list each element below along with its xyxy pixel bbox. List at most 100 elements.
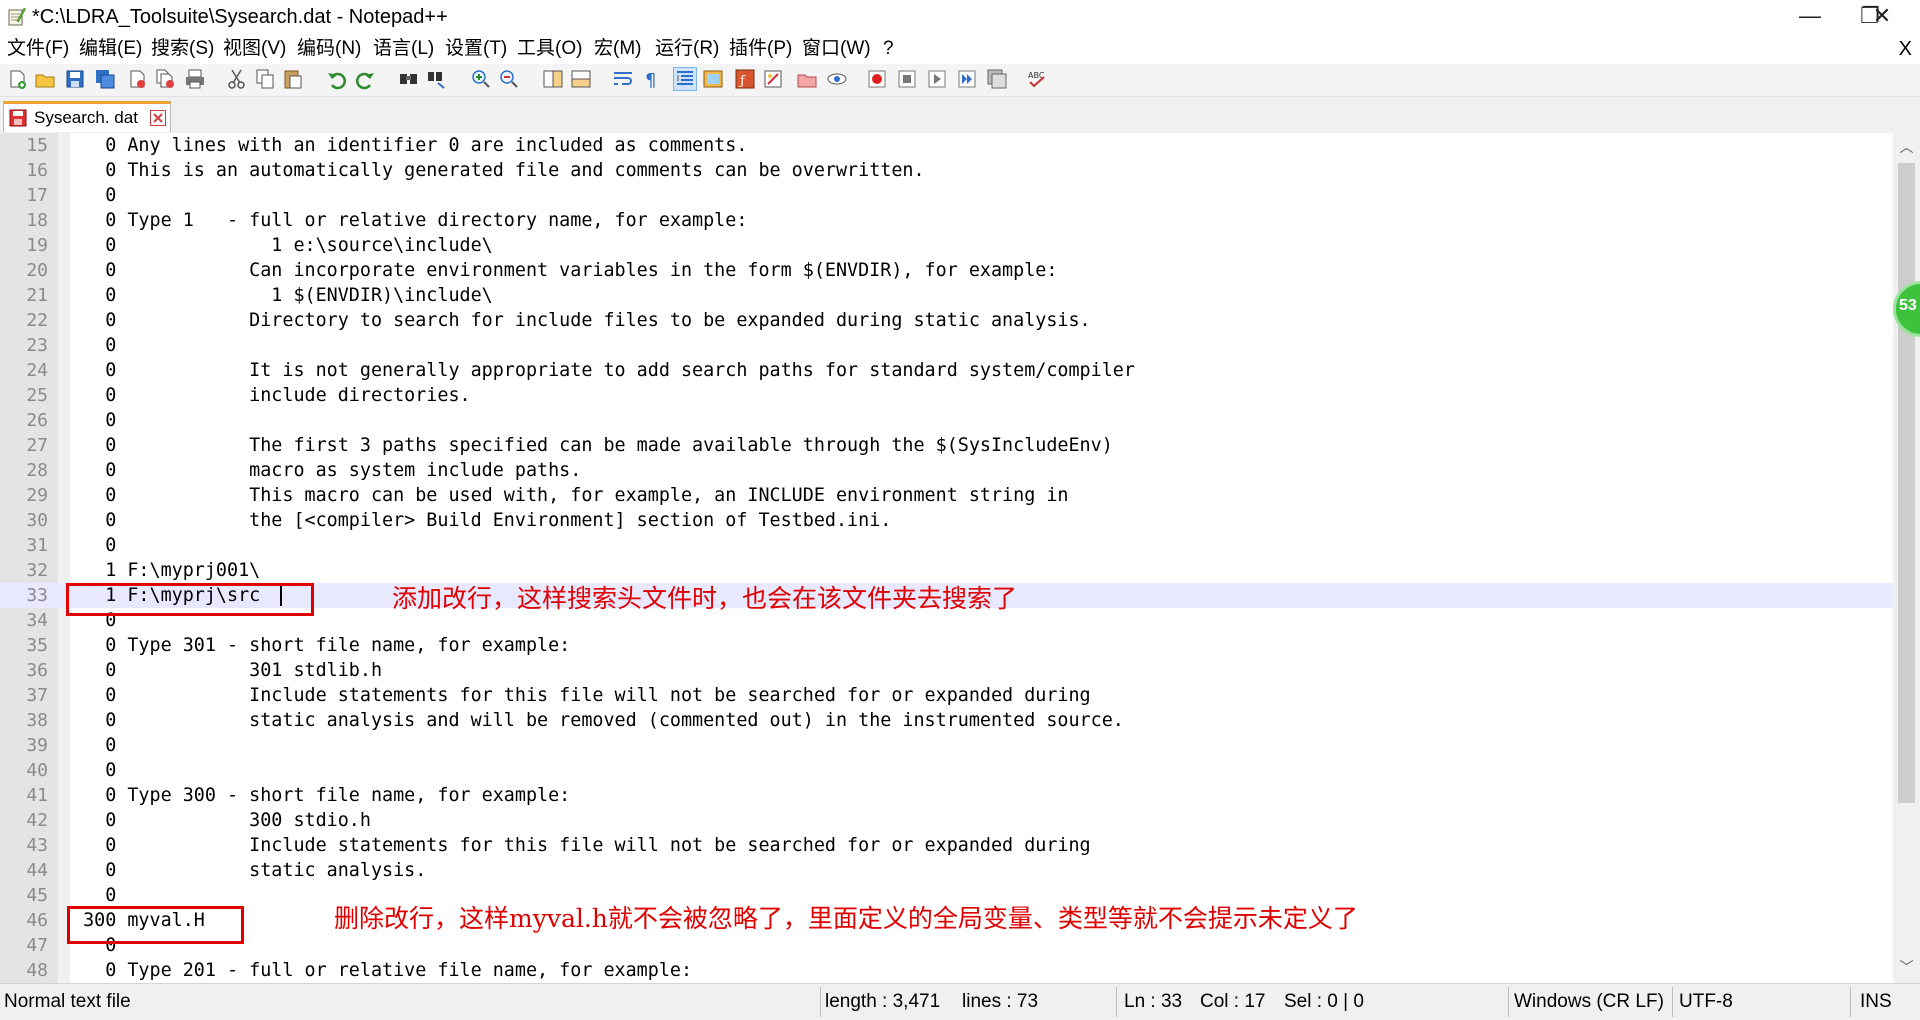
sync-vertical-icon[interactable] — [542, 68, 564, 90]
code-line[interactable]: 20 0 Can incorporate environment variabl… — [0, 258, 1893, 283]
line-number: 28 — [26, 460, 48, 481]
line-text: 0 The first 3 paths specified can be mad… — [72, 435, 1113, 456]
close-file-icon[interactable] — [126, 68, 148, 90]
status-line-number: Ln : 33 — [1124, 991, 1183, 1012]
code-line[interactable]: 28 0 macro as system include paths. — [0, 458, 1893, 483]
menu-plugins[interactable]: 插件(P) — [729, 36, 792, 62]
run-macro-multiple-icon[interactable] — [956, 68, 978, 90]
tab-bar: Sysearch. dat — [0, 97, 1920, 134]
code-line[interactable]: 21 0 1 $(ENVDIR)\include\ — [0, 283, 1893, 308]
monitoring-eye-icon[interactable] — [826, 68, 848, 90]
code-line[interactable]: 17 0 — [0, 183, 1893, 208]
stop-record-icon[interactable] — [896, 68, 918, 90]
line-text: 0 Any lines with an identifier 0 are inc… — [72, 135, 748, 156]
code-line[interactable]: 16 0 This is an automatically generated … — [0, 158, 1893, 183]
code-line[interactable]: 48 0 Type 201 - full or relative file na… — [0, 958, 1893, 983]
code-line[interactable]: 22 0 Directory to search for include fil… — [0, 308, 1893, 333]
zoom-out-icon[interactable] — [498, 68, 520, 90]
code-line[interactable]: 42 0 300 stdio.h — [0, 808, 1893, 833]
close-document-button[interactable]: X — [1899, 36, 1912, 62]
menu-language[interactable]: 语言(L) — [373, 36, 434, 62]
code-line[interactable]: 27 0 The first 3 paths specified can be … — [0, 433, 1893, 458]
minimize-button[interactable]: — — [1780, 0, 1840, 34]
tab-sysearch-dat[interactable]: Sysearch. dat — [3, 101, 171, 132]
sync-horizontal-icon[interactable] — [570, 68, 592, 90]
close-all-icon[interactable] — [154, 68, 176, 90]
menu-encoding[interactable]: 编码(N) — [297, 36, 361, 62]
code-line[interactable]: 44 0 static analysis. — [0, 858, 1893, 883]
menu-edit[interactable]: 编辑(E) — [79, 36, 142, 62]
scroll-thumb[interactable] — [1898, 163, 1915, 803]
function-list-icon[interactable]: ƒ — [734, 68, 756, 90]
side-floating-badge[interactable]: 53 — [1893, 281, 1920, 337]
vertical-scrollbar[interactable]: ︿ ﹀ — [1893, 133, 1920, 983]
code-line[interactable]: 41 0 Type 300 - short file name, for exa… — [0, 783, 1893, 808]
code-line[interactable]: 15 0 Any lines with an identifier 0 are … — [0, 133, 1893, 158]
code-line[interactable]: 26 0 — [0, 408, 1893, 433]
code-line[interactable]: 18 0 Type 1 - full or relative directory… — [0, 208, 1893, 233]
document-map-icon[interactable] — [702, 68, 724, 90]
code-line[interactable]: 47 0 — [0, 933, 1893, 958]
zoom-in-icon[interactable] — [470, 68, 492, 90]
line-number: 33 — [26, 585, 48, 606]
play-macro-icon[interactable] — [926, 68, 948, 90]
code-line[interactable]: 39 0 — [0, 733, 1893, 758]
status-eol-format[interactable]: Windows (CR LF) — [1514, 990, 1664, 1014]
indent-guide-icon[interactable] — [673, 67, 697, 91]
code-line[interactable]: 35 0 Type 301 - short file name, for exa… — [0, 633, 1893, 658]
save-icon[interactable] — [64, 68, 86, 90]
find-icon[interactable] — [398, 68, 420, 90]
copy-icon[interactable] — [254, 68, 276, 90]
code-line[interactable]: 29 0 This macro can be used with, for ex… — [0, 483, 1893, 508]
record-macro-icon[interactable] — [866, 68, 888, 90]
code-line[interactable]: 25 0 include directories. — [0, 383, 1893, 408]
scroll-up-icon[interactable]: ︿ — [1893, 135, 1920, 159]
replace-icon[interactable] — [426, 68, 448, 90]
spell-check-icon[interactable]: ABC — [1026, 68, 1048, 90]
undo-icon[interactable] — [326, 68, 348, 90]
code-line[interactable]: 24 0 It is not generally appropriate to … — [0, 358, 1893, 383]
code-line[interactable]: 40 0 — [0, 758, 1893, 783]
svg-text:¶: ¶ — [645, 70, 656, 90]
save-all-icon[interactable] — [94, 68, 116, 90]
code-line[interactable]: 32 1 F:\myprj001\ — [0, 558, 1893, 583]
cut-icon[interactable] — [226, 68, 248, 90]
line-text: 0 This is an automatically generated fil… — [72, 160, 925, 181]
menu-tools[interactable]: 工具(O) — [517, 36, 582, 62]
code-line[interactable]: 37 0 Include statements for this file wi… — [0, 683, 1893, 708]
print-icon[interactable] — [184, 68, 206, 90]
code-line[interactable]: 19 0 1 e:\source\include\ — [0, 233, 1893, 258]
menu-macro[interactable]: 宏(M) — [594, 36, 641, 62]
code-line[interactable]: 23 0 — [0, 333, 1893, 358]
redo-icon[interactable] — [354, 68, 376, 90]
show-all-chars-icon[interactable]: ¶ — [640, 68, 662, 90]
status-encoding[interactable]: UTF-8 — [1679, 990, 1733, 1014]
menu-run[interactable]: 运行(R) — [655, 36, 719, 62]
line-text: 0 Type 201 - full or relative file name,… — [72, 960, 693, 981]
code-line[interactable]: 31 0 — [0, 533, 1893, 558]
scroll-down-icon[interactable]: ﹀ — [1893, 955, 1920, 979]
editor-area[interactable]: 15 0 Any lines with an identifier 0 are … — [0, 133, 1893, 983]
line-text: 0 — [72, 335, 117, 356]
tab-close-icon[interactable] — [150, 110, 166, 126]
menu-file[interactable]: 文件(F) — [7, 36, 69, 62]
paste-icon[interactable] — [282, 68, 304, 90]
code-line[interactable]: 43 0 Include statements for this file wi… — [0, 833, 1893, 858]
code-line[interactable]: 30 0 the [<compiler> Build Environment] … — [0, 508, 1893, 533]
save-macro-icon[interactable] — [986, 68, 1008, 90]
code-line[interactable]: 36 0 301 stdlib.h — [0, 658, 1893, 683]
new-file-icon[interactable] — [6, 68, 28, 90]
menu-settings[interactable]: 设置(T) — [445, 36, 507, 62]
menu-window[interactable]: 窗口(W) — [802, 36, 871, 62]
word-wrap-icon[interactable] — [612, 68, 634, 90]
menu-search[interactable]: 搜索(S) — [151, 36, 214, 62]
folder-icon[interactable] — [796, 68, 818, 90]
menu-help[interactable]: ? — [883, 36, 894, 62]
menu-view[interactable]: 视图(V) — [223, 36, 286, 62]
line-text: 0 — [72, 410, 117, 431]
line-number: 15 — [26, 135, 48, 156]
open-file-icon[interactable] — [34, 68, 56, 90]
code-line[interactable]: 38 0 static analysis and will be removed… — [0, 708, 1893, 733]
close-window-button[interactable]: ✕ — [1852, 0, 1912, 34]
folder-workspace-icon[interactable] — [762, 68, 784, 90]
